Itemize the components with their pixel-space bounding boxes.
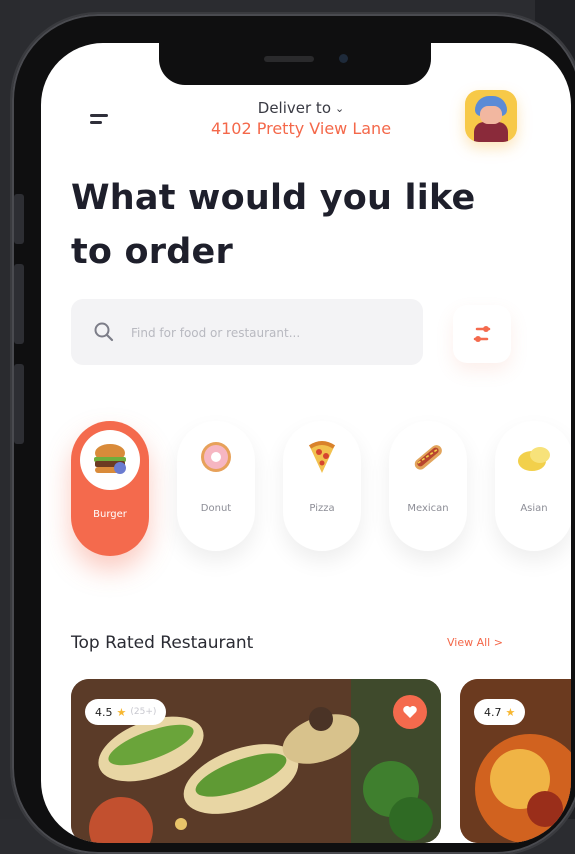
- favorite-button[interactable]: [393, 695, 427, 729]
- restaurant-card[interactable]: 4.5 ★ (25+): [71, 679, 441, 843]
- heart-icon: [403, 706, 417, 718]
- delivery-address[interactable]: 4102 Pretty View Lane: [171, 119, 431, 138]
- search-bar[interactable]: [71, 299, 423, 367]
- category-label: Pizza: [309, 503, 335, 514]
- avatar[interactable]: [465, 90, 517, 142]
- category-mexican[interactable]: Mexican: [389, 421, 467, 551]
- view-all-link[interactable]: View All >: [447, 636, 503, 649]
- category-label: Mexican: [407, 503, 449, 514]
- hotdog-icon: [402, 431, 454, 483]
- avatar-face: [480, 106, 502, 124]
- category-burger[interactable]: Burger: [71, 421, 149, 556]
- delivery-location: Deliver to ⌄ 4102 Pretty View Lane: [171, 98, 431, 138]
- phone-screen: Deliver to ⌄ 4102 Pretty View Lane What …: [41, 43, 571, 843]
- section-title: Top Rated Restaurant: [71, 633, 254, 653]
- category-label: Donut: [200, 503, 232, 514]
- category-list: Burger Donut Pizza Mexican Asian: [71, 421, 571, 561]
- chevron-down-icon: ⌄: [335, 101, 345, 115]
- phone-side-button: [14, 194, 24, 244]
- rating-value: 4.7: [484, 705, 502, 719]
- front-camera: [339, 54, 348, 63]
- rating-count: (25+): [130, 707, 157, 717]
- search-input[interactable]: [129, 299, 418, 367]
- star-icon: ★: [116, 705, 127, 719]
- phone-side-button: [14, 264, 24, 344]
- search-icon: [94, 322, 114, 342]
- rating-value: 4.5: [95, 705, 113, 719]
- avatar-body: [474, 122, 508, 142]
- menu-icon-line: [90, 121, 102, 124]
- rating-badge: 4.7 ★: [474, 699, 526, 725]
- category-label: Asian: [520, 503, 548, 514]
- phone-side-button: [14, 364, 24, 444]
- speaker-grille: [264, 56, 314, 62]
- filter-button[interactable]: [453, 305, 511, 363]
- donut-icon: [190, 431, 242, 483]
- category-pizza[interactable]: Pizza: [283, 421, 361, 551]
- burger-icon: [80, 430, 140, 490]
- menu-button[interactable]: [87, 108, 117, 132]
- page-title: What would you like to order: [71, 178, 476, 272]
- category-label: Burger: [93, 509, 127, 520]
- filter-icon: [473, 326, 491, 342]
- deliver-to-dropdown[interactable]: Deliver to ⌄: [258, 99, 344, 117]
- star-icon: ★: [505, 705, 516, 719]
- menu-icon: [90, 114, 108, 117]
- asian-food-icon: [508, 431, 560, 483]
- category-donut[interactable]: Donut: [177, 421, 255, 551]
- rating-badge: 4.5 ★ (25+): [85, 699, 167, 725]
- phone-notch: [159, 43, 431, 85]
- category-asian[interactable]: Asian: [495, 421, 571, 551]
- restaurant-card[interactable]: 4.7 ★: [460, 679, 571, 843]
- deliver-to-label: Deliver to: [257, 99, 331, 117]
- pizza-icon: [296, 431, 348, 483]
